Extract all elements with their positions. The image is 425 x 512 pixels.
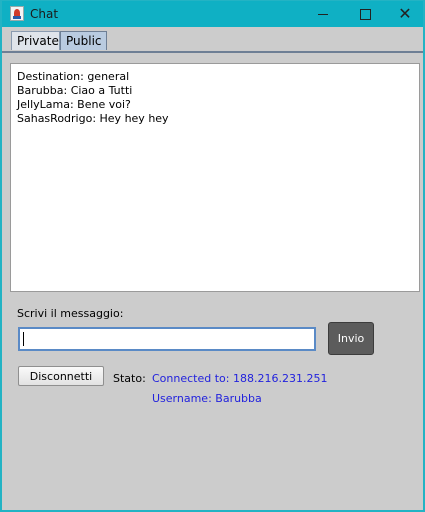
minimize-icon [318,13,328,15]
close-button[interactable]: ✕ [385,1,425,27]
chat-log[interactable]: Destination: general Barubba: Ciao a Tut… [10,63,420,292]
tab-bar: Private Public [2,27,423,53]
tab-public[interactable]: Public [60,31,107,50]
status-label: Stato: [113,372,146,385]
window-title: Chat [30,7,59,21]
send-button[interactable]: Invio [328,322,374,355]
message-label: Scrivi il messaggio: [17,307,124,320]
java-app-icon [10,6,24,21]
tab-private[interactable]: Private [11,31,60,50]
chat-line: SahasRodrigo: Hey hey hey [17,112,169,125]
chat-window: Chat ✕ Private Public Destination: gener… [1,0,424,511]
connection-status: Connected to: 188.216.231.251 [152,372,328,385]
text-caret [23,332,24,346]
maximize-button[interactable] [345,1,385,27]
title-bar[interactable]: Chat ✕ [2,1,423,27]
username-status: Username: Barubba [152,392,262,405]
disconnect-button[interactable]: Disconnetti [18,366,104,386]
close-icon: ✕ [398,4,412,23]
chat-line: JellyLama: Bene voi? [17,98,131,111]
chat-line: Destination: general [17,70,130,83]
maximize-icon [359,8,371,20]
chat-line: Barubba: Ciao a Tutti [17,84,133,97]
message-input[interactable] [18,327,316,351]
minimize-button[interactable] [303,1,343,27]
